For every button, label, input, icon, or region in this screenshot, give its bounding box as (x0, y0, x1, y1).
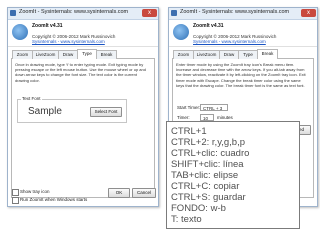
tab-strip: Zoom LiveZoom Draw Type Break (11, 49, 155, 60)
sysinternals-link[interactable]: Sysinternals - www.sysinternals.com (32, 39, 105, 44)
run-on-startup-checkbox[interactable] (12, 197, 19, 204)
zoomit-logo-icon (173, 24, 189, 40)
show-tray-icon-label: Show tray icon (20, 189, 50, 194)
tab-livezoom[interactable]: LiveZoom (193, 50, 220, 59)
shortcut-cheatsheet: CTRL+1 CTRL+2: r,y,g,b,p CTRL+clic: cuad… (166, 121, 300, 229)
window-title: ZoomIt - Sysinternals: www.sysinternals.… (19, 9, 129, 15)
shortcut-line: FONDO: w-b (171, 203, 226, 214)
shortcut-line: CTRL+2: r,y,g,b,p (171, 137, 246, 148)
show-tray-icon-checkbox[interactable] (12, 189, 19, 196)
tab-type[interactable]: Type (238, 50, 258, 59)
ok-button[interactable]: OK (108, 188, 130, 198)
break-description: Enter timer mode by using the ZoomIt tra… (176, 62, 306, 88)
window-title: ZoomIt - Sysinternals: www.sysinternals.… (180, 9, 290, 15)
select-font-button[interactable]: Select Font (90, 107, 122, 117)
tab-draw[interactable]: Draw (219, 50, 239, 59)
tab-zoom[interactable]: Zoom (173, 50, 194, 59)
text-font-group: Text Font Sample Select Font (17, 96, 127, 123)
shortcut-line: SHIFT+clic: línea (171, 159, 244, 170)
timer-minutes-field[interactable]: 10 (200, 114, 214, 121)
shortcut-line: TAB+clic: elipse (171, 170, 239, 181)
cancel-button[interactable]: Cancel (132, 188, 156, 198)
about-section: ZoomIt v4.31 Copyright © 2006-2012 Mark … (8, 20, 158, 47)
tab-break[interactable]: Break (96, 50, 117, 59)
shortcut-line: CTRL+C: copiar (171, 181, 240, 192)
font-sample: Sample (28, 106, 62, 117)
close-button[interactable]: x (301, 9, 316, 17)
run-on-startup-label: Run ZoomIt when Windows starts (20, 197, 88, 202)
start-timer-hotkey-field[interactable]: CTRL + 3 (200, 104, 228, 111)
about-section: ZoomIt v4.31 Copyright © 2006-2012 Mark … (169, 20, 317, 47)
timer-label: Timer: (177, 115, 190, 120)
shortcut-line: T: texto (171, 214, 202, 225)
text-font-label: Text Font (21, 96, 42, 101)
zoomit-logo-icon (12, 24, 28, 40)
zoomit-app-icon (10, 10, 16, 16)
version-text: ZoomIt v4.31 (32, 23, 63, 29)
type-description: Once in drawing mode, type 't' to enter … (15, 62, 146, 83)
zoomit-options-window-left: ZoomIt - Sysinternals: www.sysinternals.… (7, 7, 159, 207)
type-tab-panel: Once in drawing mode, type 't' to enter … (11, 59, 155, 198)
sysinternals-link[interactable]: Sysinternals - www.sysinternals.com (193, 39, 266, 44)
close-button[interactable]: x (142, 9, 157, 17)
tab-livezoom[interactable]: LiveZoom (32, 50, 59, 59)
zoomit-app-icon (171, 10, 177, 16)
tab-zoom[interactable]: Zoom (12, 50, 33, 59)
timer-unit-label: minutes (217, 115, 233, 120)
title-bar[interactable]: ZoomIt - Sysinternals: www.sysinternals.… (8, 8, 158, 20)
title-bar[interactable]: ZoomIt - Sysinternals: www.sysinternals.… (169, 8, 317, 20)
tab-draw[interactable]: Draw (58, 50, 78, 59)
start-timer-label: Start Timer: (177, 105, 201, 110)
version-text: ZoomIt v4.31 (193, 23, 224, 29)
shortcut-line: CTRL+1 (171, 126, 207, 137)
shortcut-line: CTRL+clic: cuadro (171, 148, 250, 159)
shortcut-line: CTRL+S: guardar (171, 192, 246, 203)
tab-strip: Zoom LiveZoom Draw Type Break (172, 49, 314, 60)
